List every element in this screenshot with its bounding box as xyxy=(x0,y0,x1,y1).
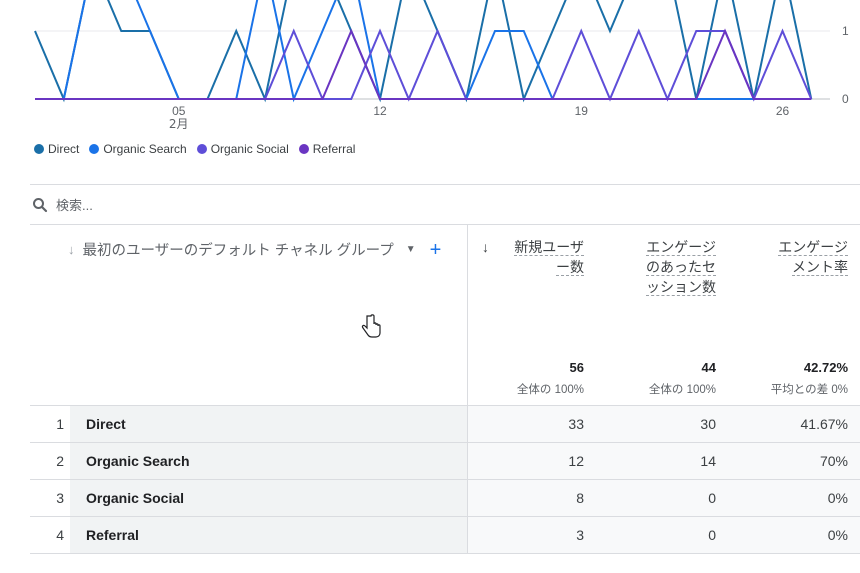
y-tick-label: 1 xyxy=(842,24,849,38)
engagement-rate-value: 70% xyxy=(819,453,848,469)
engaged-sessions-value: 30 xyxy=(700,416,716,432)
new-users-value: 3 xyxy=(576,527,584,543)
search-icon xyxy=(33,198,48,213)
line-chart: 1 0 05 12 19 26 2月 xyxy=(34,0,849,131)
legend-label: Direct xyxy=(48,142,80,156)
table-row[interactable]: Organic Social 3 8 0 0% xyxy=(30,479,860,516)
x-tick-label: 12 xyxy=(373,104,387,118)
legend-label: Organic Search xyxy=(103,142,187,156)
search-input[interactable] xyxy=(56,197,356,213)
x-tick-label: 19 xyxy=(575,104,589,118)
new-users-value: 12 xyxy=(568,453,584,469)
total-new-users: 56 xyxy=(569,360,584,375)
row-index: 4 xyxy=(56,527,64,543)
dimension-cell: Organic Search xyxy=(70,443,467,479)
legend-label: Referral xyxy=(312,142,356,156)
x-tick-label: 26 xyxy=(776,104,790,118)
hand-cursor-icon xyxy=(361,314,381,338)
total-sub-new-users: 全体の 100% xyxy=(516,384,584,396)
dimension-header-label[interactable]: 最初のユーザーのデフォルト チャネル グループ xyxy=(83,239,394,260)
metric-header-engagement-rate[interactable]: エンゲージ メント率 xyxy=(768,237,848,277)
legend-dot-icon xyxy=(196,144,207,154)
row-index: 3 xyxy=(56,490,64,506)
dropdown-caret-icon[interactable]: ▼ xyxy=(406,244,416,255)
legend-dot-icon xyxy=(89,144,100,154)
total-engaged-sessions: 44 xyxy=(701,360,716,375)
series-line-direct[interactable] xyxy=(34,0,813,103)
dimension-header: ↓ 最初のユーザーのデフォルト チャネル グループ ▼ + xyxy=(68,239,441,260)
sort-arrow-icon[interactable]: ↓ xyxy=(68,242,75,257)
metric-header-line: ー数 xyxy=(556,259,584,276)
new-users-value: 8 xyxy=(576,490,584,506)
engaged-sessions-value: 0 xyxy=(708,490,716,506)
table-header: ↓ 最初のユーザーのデフォルト チャネル グループ ▼ + ↓ 新規ユーザ ー数… xyxy=(30,225,860,405)
total-engagement-rate: 42.72% xyxy=(803,360,848,375)
engagement-rate-value: 41.67% xyxy=(800,416,848,432)
engaged-sessions-value: 0 xyxy=(708,527,716,543)
chart-legend: Direct Organic Search Organic Social Ref… xyxy=(34,142,355,156)
row-index: 1 xyxy=(56,416,64,432)
new-users-value: 33 xyxy=(568,416,584,432)
total-sub-engagement-rate: 平均との差 0% xyxy=(770,384,848,396)
metric-header-line: ッション数 xyxy=(646,279,716,296)
metric-header-engaged-sessions[interactable]: エンゲージ のあったセ ッション数 xyxy=(636,237,716,297)
metric-header-line: メント率 xyxy=(792,259,848,276)
channel-name: Direct xyxy=(86,416,126,432)
legend-item-organic-social[interactable]: Organic Social xyxy=(196,142,289,156)
table-row[interactable]: Organic Search 2 12 14 70% xyxy=(30,442,860,479)
legend-dot-icon xyxy=(298,144,309,154)
y-tick-label: 0 xyxy=(842,92,849,106)
table-row[interactable]: Direct 1 33 30 41.67% xyxy=(30,405,860,442)
table-row[interactable]: Referral 4 3 0 0% xyxy=(30,516,860,553)
legend-item-direct[interactable]: Direct xyxy=(34,142,79,156)
column-divider xyxy=(467,225,468,553)
legend-item-organic-search[interactable]: Organic Search xyxy=(89,142,187,156)
metric-header-line: エンゲージ xyxy=(646,239,716,256)
metric-header-new-users[interactable]: 新規ユーザ ー数 xyxy=(504,237,584,277)
channel-name: Organic Social xyxy=(86,490,185,506)
legend-item-referral[interactable]: Referral xyxy=(298,142,356,156)
dimension-cell: Referral xyxy=(70,517,467,553)
metric-header-line: エンゲージ xyxy=(778,239,848,256)
total-sub-engaged-sessions: 全体の 100% xyxy=(648,384,716,396)
dimension-cell: Direct xyxy=(70,406,467,442)
x-month-label: 2月 xyxy=(169,117,189,131)
engagement-rate-value: 0% xyxy=(827,527,848,543)
engagement-rate-value: 0% xyxy=(827,490,848,506)
dimension-cell: Organic Social xyxy=(70,480,467,516)
search-bar xyxy=(30,185,860,225)
legend-label: Organic Social xyxy=(210,142,289,156)
divider xyxy=(30,553,860,554)
engaged-sessions-value: 14 xyxy=(700,453,716,469)
channel-name: Referral xyxy=(86,527,139,543)
series-line-organic-search[interactable] xyxy=(35,0,812,103)
legend-dot-icon xyxy=(34,144,44,154)
channel-name: Organic Search xyxy=(86,453,190,469)
x-tick-label: 05 xyxy=(172,104,186,118)
metric-header-line: 新規ユーザ xyxy=(514,239,584,256)
add-dimension-icon[interactable]: + xyxy=(430,240,442,260)
row-index: 2 xyxy=(56,453,64,469)
metric-header-line: のあったセ xyxy=(646,259,716,276)
sort-descending-icon[interactable]: ↓ xyxy=(482,239,489,255)
